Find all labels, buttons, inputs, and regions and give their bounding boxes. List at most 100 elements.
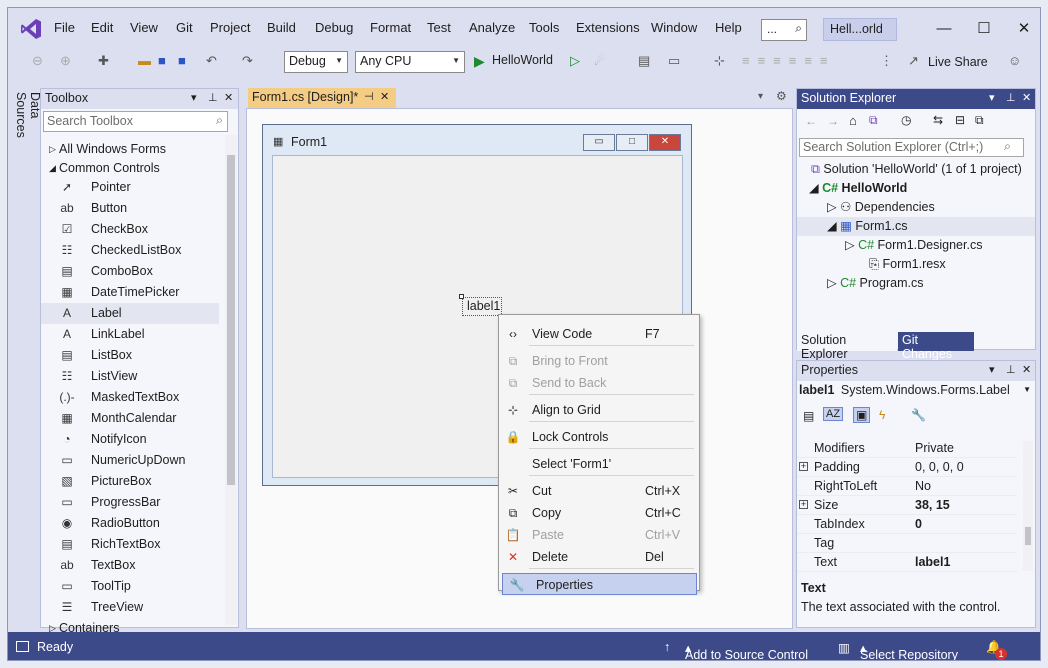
- back-icon[interactable]: ⊖: [32, 53, 43, 69]
- menu-format[interactable]: Format: [370, 20, 411, 35]
- pin-icon[interactable]: ⊥: [1006, 363, 1016, 376]
- overflow-icon[interactable]: ⋮: [880, 53, 893, 69]
- home-icon[interactable]: ⌂: [849, 113, 857, 128]
- categorized-icon[interactable]: ▤: [803, 409, 814, 423]
- menu-view[interactable]: View: [130, 20, 158, 35]
- events-icon[interactable]: ϟ: [879, 408, 885, 422]
- object-selector[interactable]: label1 System.Windows.Forms.Label ▼: [799, 383, 1033, 403]
- save-icon[interactable]: ■: [158, 53, 166, 69]
- context-menu-item[interactable]: ✕ Delete Del: [499, 546, 699, 568]
- menu-help[interactable]: Help: [715, 20, 742, 35]
- property-row[interactable]: Text label1: [797, 553, 1017, 572]
- minimize-button[interactable]: —: [924, 17, 964, 41]
- menu-debug[interactable]: Debug: [315, 20, 353, 35]
- add-source-control-button[interactable]: Add to Source Control ▴: [685, 640, 808, 660]
- history-icon[interactable]: ◷: [901, 113, 911, 127]
- close-icon[interactable]: ✕: [1022, 363, 1031, 376]
- properties-scrollbar[interactable]: [1023, 441, 1033, 571]
- maximize-button[interactable]: ☐: [964, 17, 1004, 41]
- dropdown-icon[interactable]: ▾: [989, 91, 995, 104]
- toolbox-scroll-thumb[interactable]: [227, 155, 235, 485]
- properties-scroll-thumb[interactable]: [1025, 527, 1031, 545]
- menu-analyze[interactable]: Analyze: [469, 20, 515, 35]
- resx-node[interactable]: ⎘ Form1.resx: [869, 255, 946, 274]
- property-value[interactable]: Private: [915, 439, 954, 458]
- menu-test[interactable]: Test: [427, 20, 451, 35]
- settings-icon[interactable]: ⚙: [776, 89, 787, 103]
- layout-icon[interactable]: ▭: [668, 53, 680, 69]
- property-row[interactable]: TabIndex 0: [797, 515, 1017, 534]
- redo-icon[interactable]: ↷: [242, 53, 253, 69]
- context-menu-item[interactable]: ⧉ Copy Ctrl+C: [499, 502, 699, 524]
- toolbox-item[interactable]: ➚ Pointer: [41, 177, 219, 198]
- label1-control[interactable]: label1: [462, 297, 502, 316]
- live-share-button[interactable]: Live Share: [928, 55, 988, 69]
- property-value[interactable]: 0, 0, 0, 0: [915, 458, 964, 477]
- toolbox-item[interactable]: ☰ TreeView: [41, 597, 219, 618]
- toolbox-item[interactable]: ▦ DateTimePicker: [41, 282, 219, 303]
- undo-icon[interactable]: ↶: [206, 53, 217, 69]
- property-value[interactable]: label1: [915, 553, 950, 572]
- tab-form1-design[interactable]: Form1.cs [Design]* ⊣ ✕: [248, 88, 396, 108]
- tab-dropdown-icon[interactable]: ▾: [758, 91, 763, 102]
- pin-icon[interactable]: ⊣: [364, 90, 374, 103]
- resize-handle[interactable]: [459, 294, 464, 299]
- program-cs-node[interactable]: ▷ C# Program.cs: [827, 274, 923, 293]
- toolbox-search-input[interactable]: Search Toolbox ⌕: [43, 111, 228, 132]
- close-icon[interactable]: ✕: [224, 91, 233, 104]
- property-row[interactable]: RightToLeft No: [797, 477, 1017, 496]
- property-row[interactable]: Modifiers Private: [797, 439, 1017, 458]
- expand-icon[interactable]: +: [799, 500, 808, 509]
- select-repository-button[interactable]: Select Repository ▴: [860, 640, 958, 660]
- menu-window[interactable]: Window: [651, 20, 697, 35]
- solution-node[interactable]: ⧉ Solution 'HelloWorld' (1 of 1 project): [811, 160, 1022, 179]
- menu-build[interactable]: Build: [267, 20, 296, 35]
- toolbox-item[interactable]: ▧ PictureBox: [41, 471, 219, 492]
- toolbox-item[interactable]: ☷ CheckedListBox: [41, 240, 219, 261]
- context-menu-item[interactable]: ⊹ Align to Grid: [499, 399, 699, 421]
- toolbox-item[interactable]: ◉ RadioButton: [41, 513, 219, 534]
- property-row[interactable]: + Padding 0, 0, 0, 0: [797, 458, 1017, 477]
- expand-icon[interactable]: +: [799, 462, 808, 471]
- menu-git[interactable]: Git: [176, 20, 193, 35]
- data-sources-tab[interactable]: Data Sources: [8, 86, 42, 166]
- property-value[interactable]: 38, 15: [915, 496, 950, 515]
- live-share-icon[interactable]: ↗: [908, 53, 919, 69]
- form1-cs-node[interactable]: ◢ ▦ Form1.cs: [797, 217, 1035, 236]
- close-icon[interactable]: ✕: [380, 90, 389, 103]
- project-node[interactable]: ◢ C# HelloWorld: [809, 179, 907, 198]
- toolbox-item[interactable]: ◔ NotifyIcon: [41, 429, 219, 450]
- platform-select[interactable]: Any CPU ▼: [355, 51, 465, 73]
- collapse-all-icon[interactable]: ⊟: [955, 113, 965, 127]
- solution-title-badge[interactable]: Hell...orld: [823, 18, 897, 41]
- start-debug-icon[interactable]: ▶: [474, 53, 485, 69]
- toolbox-group[interactable]: ◢ Common Controls: [41, 158, 219, 179]
- property-value[interactable]: No: [915, 477, 931, 496]
- context-menu-item[interactable]: Select 'Form1': [499, 453, 699, 475]
- forward-icon[interactable]: →: [827, 114, 839, 128]
- pin-icon[interactable]: ⊥: [1006, 91, 1016, 104]
- toolbox-item[interactable]: ▤ RichTextBox: [41, 534, 219, 555]
- toolbox-item[interactable]: ab TextBox: [41, 555, 219, 576]
- designer-cs-node[interactable]: ▷ C# Form1.Designer.cs: [845, 236, 982, 255]
- context-menu-item[interactable]: ✂ Cut Ctrl+X: [499, 480, 699, 502]
- properties-view-icon[interactable]: ▣: [853, 407, 871, 423]
- property-row[interactable]: + Size 38, 15: [797, 496, 1017, 515]
- menu-file[interactable]: File: [54, 20, 75, 35]
- browse-icon[interactable]: ▤: [638, 53, 650, 69]
- solution-search-input[interactable]: Search Solution Explorer (Ctrl+;) ⌕: [799, 138, 1024, 157]
- feedback-icon[interactable]: ☺: [1008, 53, 1021, 69]
- search-box[interactable]: ... ⌕: [761, 19, 807, 41]
- sync-icon[interactable]: ⇆: [933, 113, 943, 127]
- switch-views-icon[interactable]: ⧉: [869, 113, 878, 128]
- dropdown-icon[interactable]: ▾: [191, 91, 197, 104]
- new-project-icon[interactable]: ✚: [98, 53, 109, 69]
- toolbox-item[interactable]: A LinkLabel: [41, 324, 219, 345]
- property-row[interactable]: Tag: [797, 534, 1017, 553]
- open-folder-icon[interactable]: ▬: [138, 53, 151, 69]
- toolbox-item[interactable]: ▭ ProgressBar: [41, 492, 219, 513]
- toolbox-item[interactable]: ☷ ListView: [41, 366, 219, 387]
- hot-reload-icon[interactable]: ☄: [594, 53, 606, 69]
- start-without-debug-icon[interactable]: ▷: [570, 53, 580, 69]
- save-all-icon[interactable]: ■: [178, 53, 186, 69]
